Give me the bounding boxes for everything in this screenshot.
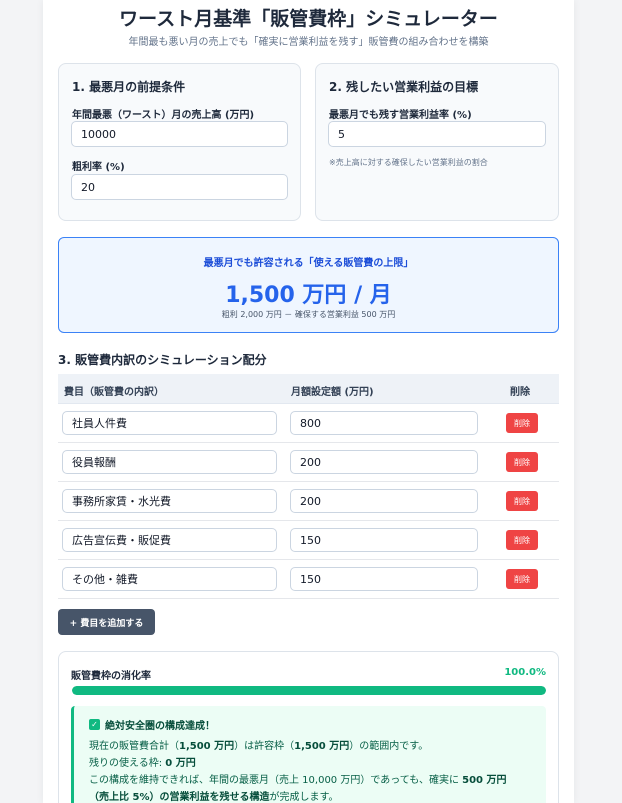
usage-percent: 100.0% bbox=[504, 667, 546, 678]
expense-amount-input[interactable]: 800 bbox=[290, 411, 478, 435]
table-row: 社員人件費 800 削除 bbox=[58, 404, 559, 443]
usage-progress-fill bbox=[72, 686, 546, 695]
gross-margin-label: 粗利率 (%) bbox=[72, 162, 125, 173]
profit-rate-input[interactable]: 5 bbox=[328, 121, 546, 147]
col-header-amount: 月額設定額 (万円) bbox=[291, 387, 374, 398]
expense-amount-input[interactable]: 150 bbox=[290, 567, 478, 591]
delete-row-button[interactable]: 削除 bbox=[506, 413, 538, 433]
sga-limit-detail: 粗利 2,000 万円 － 確保する営業利益 500 万円 bbox=[221, 310, 396, 319]
expense-name-input[interactable]: その他・雑費 bbox=[62, 567, 277, 591]
sga-limit-box: 最悪月でも許容される「使える販管費の上限」 1,500 万円 / 月 粗利 2,… bbox=[58, 237, 559, 333]
breakdown-title: 3. 販管費内訳のシミュレーション配分 bbox=[58, 353, 267, 367]
delete-row-button[interactable]: 削除 bbox=[506, 452, 538, 472]
table-row: 事務所家賃・水光費 200 削除 bbox=[58, 482, 559, 521]
delete-row-button[interactable]: 削除 bbox=[506, 569, 538, 589]
status-line-remaining: 残りの使える枠: 0 万円 bbox=[89, 758, 196, 769]
target-panel: 2. 残したい営業利益の目標 最悪月でも残す営業利益率 (%) 5 ※売上高に対… bbox=[315, 63, 559, 221]
conditions-title: 1. 最悪月の前提条件 bbox=[72, 80, 186, 94]
usage-progress-bar bbox=[72, 686, 546, 695]
page-subtitle: 年間最も悪い月の売上でも「確実に営業利益を残す」販管費の組み合わせを構築 bbox=[128, 37, 489, 48]
col-header-item: 費目（販管費の内訳） bbox=[64, 387, 164, 398]
page-title: ワースト月基準「販管費枠」シミュレーター bbox=[119, 8, 498, 30]
delete-row-button[interactable]: 削除 bbox=[506, 491, 538, 511]
simulator-card: ワースト月基準「販管費枠」シミュレーター 年間最も悪い月の売上でも「確実に営業利… bbox=[43, 0, 574, 803]
delete-row-button[interactable]: 削除 bbox=[506, 530, 538, 550]
profit-rate-label: 最悪月でも残す営業利益率 (%) bbox=[329, 110, 472, 121]
expense-name-input[interactable]: 社員人件費 bbox=[62, 411, 277, 435]
breakdown-table-header: 費目（販管費の内訳） 月額設定額 (万円) 削除 bbox=[58, 374, 559, 404]
expense-name-input[interactable]: 役員報酬 bbox=[62, 450, 277, 474]
usage-panel: 販管費枠の消化率 100.0% ✓ 絶対安全圏の構成達成！ 現在の販管費合計（1… bbox=[58, 651, 559, 803]
worst-sales-input[interactable]: 10000 bbox=[71, 121, 288, 147]
table-row: 広告宣伝費・販促費 150 削除 bbox=[58, 521, 559, 560]
add-expense-button[interactable]: + 費目を追加する bbox=[58, 609, 155, 635]
usage-label: 販管費枠の消化率 bbox=[71, 671, 151, 682]
expense-amount-input[interactable]: 200 bbox=[290, 450, 478, 474]
target-title: 2. 残したい営業利益の目標 bbox=[329, 80, 479, 94]
gross-margin-input[interactable]: 20 bbox=[71, 174, 288, 200]
expense-name-input[interactable]: 広告宣伝費・販促費 bbox=[62, 528, 277, 552]
worst-sales-label: 年間最悪（ワースト）月の売上高 (万円) bbox=[72, 110, 255, 121]
sga-limit-value: 1,500 万円 / 月 bbox=[225, 283, 392, 308]
expense-amount-input[interactable]: 200 bbox=[290, 489, 478, 513]
profit-rate-hint: ※売上高に対する確保したい営業利益の割合 bbox=[329, 158, 488, 167]
conditions-panel: 1. 最悪月の前提条件 年間最悪（ワースト）月の売上高 (万円) 10000 粗… bbox=[58, 63, 301, 221]
expense-amount-input[interactable]: 150 bbox=[290, 528, 478, 552]
table-row: その他・雑費 150 削除 bbox=[58, 560, 559, 599]
table-row: 役員報酬 200 削除 bbox=[58, 443, 559, 482]
status-line-summary: この構成を維持できれば、年間の最悪月（売上 10,000 万円）であっても、確実… bbox=[89, 775, 507, 786]
expense-name-input[interactable]: 事務所家賃・水光費 bbox=[62, 489, 277, 513]
status-message: ✓ 絶対安全圏の構成達成！ 現在の販管費合計（1,500 万円）は許容枠（1,5… bbox=[71, 706, 546, 803]
status-line-summary-cont: （売上比 5%）の営業利益を残せる構造が完成します。 bbox=[89, 792, 339, 803]
status-title: 絶対安全圏の構成達成！ bbox=[105, 721, 215, 732]
check-icon: ✓ bbox=[89, 719, 100, 730]
status-line-total: 現在の販管費合計（1,500 万円）は許容枠（1,500 万円）の範囲内です。 bbox=[89, 741, 429, 752]
col-header-delete: 削除 bbox=[510, 387, 530, 398]
sga-limit-label: 最悪月でも許容される「使える販管費の上限」 bbox=[203, 258, 414, 269]
